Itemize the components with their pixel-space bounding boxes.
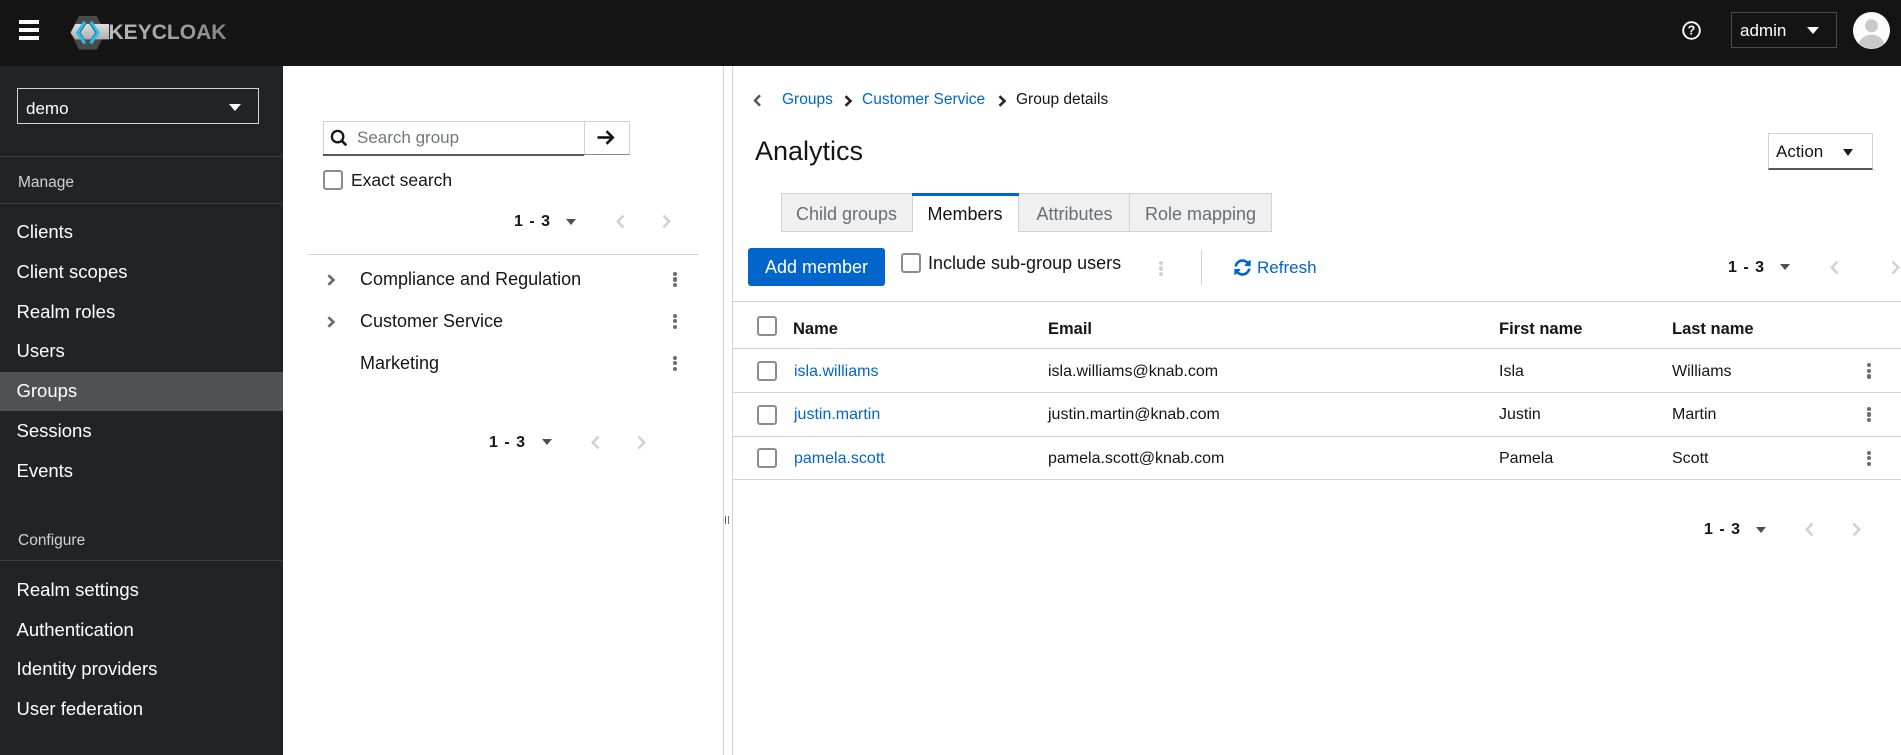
svg-text:?: ? — [1688, 24, 1696, 38]
svg-text:KEYCLOAK: KEYCLOAK — [109, 20, 227, 44]
